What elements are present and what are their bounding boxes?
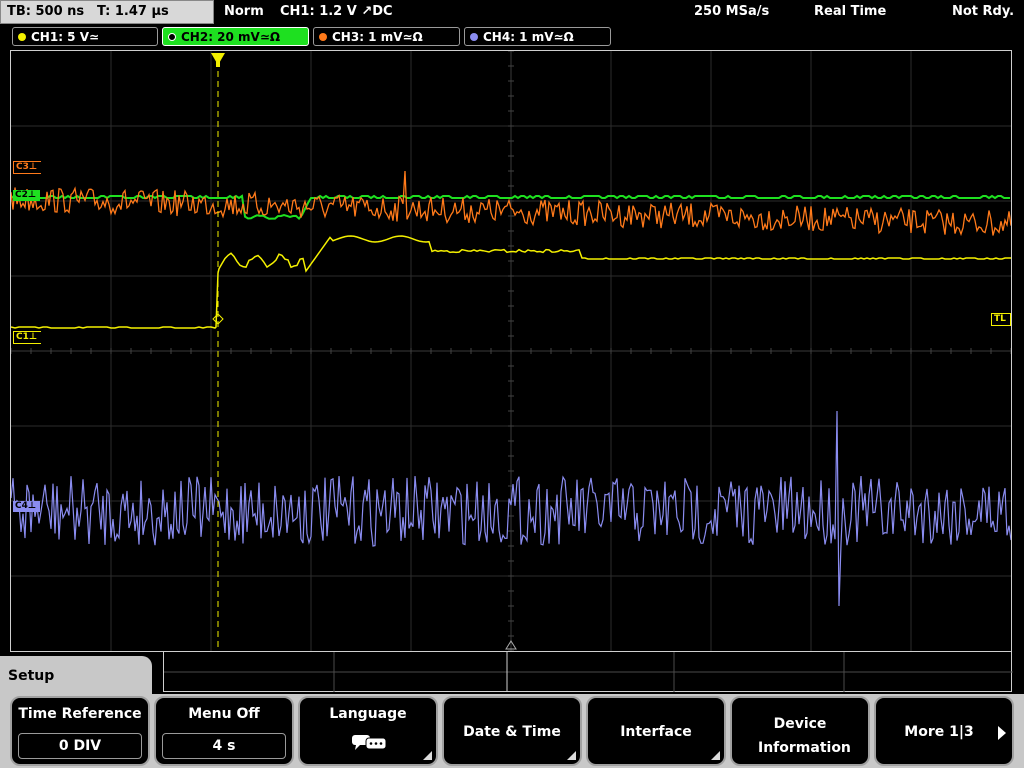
channel-color-dot — [18, 33, 26, 41]
softkey-label: Time Reference — [18, 706, 142, 722]
device-information-button[interactable]: Device Information — [730, 696, 870, 766]
channel-label: CH2: 20 mV≃Ω — [181, 30, 281, 44]
time-reference-value: 0 DIV — [18, 733, 142, 759]
channel-color-dot — [319, 33, 327, 41]
softkey-label: Interface — [620, 724, 692, 740]
ch3-marker-label: C3 — [16, 162, 29, 172]
language-button[interactable]: Language — [298, 696, 438, 766]
submenu-indicator-icon — [423, 751, 432, 760]
ch2-offset-marker[interactable]: C2⊥ — [13, 190, 41, 201]
menu-off-button[interactable]: Menu Off 4 s — [154, 696, 294, 766]
sample-rate: 250 MSa/s — [694, 4, 770, 19]
softkey-label: Language — [329, 706, 407, 722]
more-button[interactable]: More 1|3 — [874, 696, 1014, 766]
date-time-button[interactable]: Date & Time — [442, 696, 582, 766]
timebase-readout[interactable]: TB: 500 ns T: 1.47 µs — [0, 0, 214, 24]
channel-tab-ch1[interactable]: CH1: 5 V≃ — [12, 27, 158, 46]
channel-color-dot — [470, 33, 478, 41]
trigger-level-label: TL — [994, 314, 1006, 324]
softkey-label: Device Information — [758, 716, 851, 756]
channel-tab-ch3[interactable]: CH3: 1 mV≃Ω — [313, 27, 460, 46]
interface-button[interactable]: Interface — [586, 696, 726, 766]
ch1-offset-marker[interactable]: C1⊥ — [13, 331, 42, 344]
submenu-indicator-icon — [711, 751, 720, 760]
status-bar: TB: 500 ns T: 1.47 µs Norm CH1: 1.2 V ↗D… — [0, 0, 1024, 24]
submenu-indicator-icon — [567, 751, 576, 760]
time-reference-button[interactable]: Time Reference 0 DIV — [10, 696, 150, 766]
acquisition-mode: Real Time — [814, 4, 887, 19]
speech-bubbles-icon — [350, 732, 390, 752]
softkey-label: Menu Off — [188, 706, 260, 722]
trigger-settings[interactable]: CH1: 1.2 V ↗DC — [280, 0, 393, 24]
menu-title: Setup — [8, 668, 55, 684]
channel-label: CH1: 5 V≃ — [31, 30, 100, 44]
ch2-marker-label: C2 — [15, 190, 28, 200]
channel-label: CH4: 1 mV≃Ω — [483, 30, 574, 44]
waveform-canvas — [11, 51, 1011, 651]
channel-color-dot — [168, 33, 176, 41]
channel-bar: CH1: 5 V≃ CH2: 20 mV≃Ω CH3: 1 mV≃Ω CH4: … — [0, 26, 1024, 48]
waveform-display[interactable]: C3⊥ C2⊥ C1⊥ C4⊥ TL — [10, 50, 1012, 652]
ch1-marker-label: C1 — [16, 332, 29, 342]
ch3-offset-marker[interactable]: C3⊥ — [13, 161, 42, 174]
trigger-level-marker[interactable]: TL — [991, 313, 1011, 326]
info-panel-grid — [164, 652, 1013, 692]
acquisition-state: Not Rdy. — [952, 4, 1015, 19]
ch4-marker-label: C4 — [15, 501, 28, 511]
next-page-arrow-icon — [998, 726, 1006, 740]
info-panel — [163, 652, 1013, 692]
channel-label: CH3: 1 mV≃Ω — [332, 30, 423, 44]
trigger-position-stem — [216, 61, 220, 67]
trigger-mode[interactable]: Norm — [224, 0, 264, 24]
channel-tab-ch2[interactable]: CH2: 20 mV≃Ω — [162, 27, 309, 46]
timebase-value: TB: 500 ns — [7, 4, 85, 19]
menu-off-value: 4 s — [162, 733, 286, 759]
softkey-label: More 1|3 — [904, 724, 974, 740]
softkey-label: Date & Time — [463, 724, 561, 740]
ch4-offset-marker[interactable]: C4⊥ — [13, 501, 41, 512]
menu-title-tab: Setup — [0, 656, 152, 696]
channel-tab-ch4[interactable]: CH4: 1 mV≃Ω — [464, 27, 611, 46]
trigger-time-value: T: 1.47 µs — [97, 4, 169, 19]
